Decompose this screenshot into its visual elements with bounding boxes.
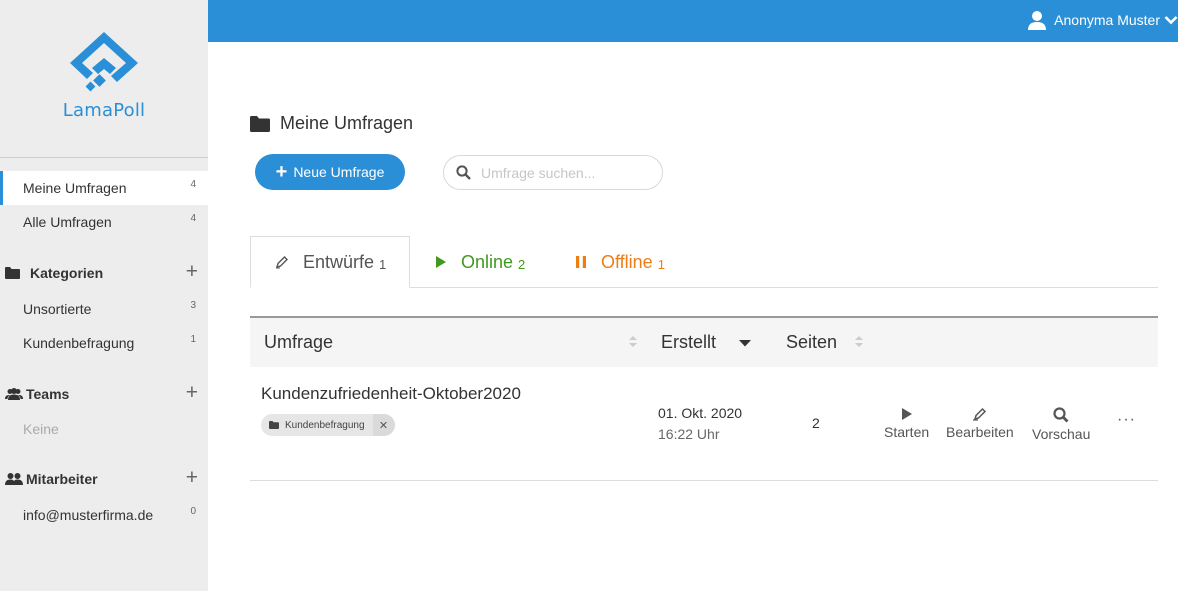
new-survey-button[interactable]: + Neue Umfrage: [255, 154, 405, 190]
user-menu[interactable]: Anonyma Muster: [1028, 0, 1178, 40]
sidebar-item-my-surveys[interactable]: Meine Umfragen 4: [0, 171, 208, 205]
sidebar-item-label: Unsortierte: [23, 301, 92, 317]
sidebar-item-unsorted[interactable]: Unsortierte 3: [0, 292, 208, 326]
more-options-button[interactable]: ···: [1117, 411, 1136, 429]
sidebar-item-label: Meine Umfragen: [23, 180, 127, 196]
tab-count: 2: [518, 256, 526, 272]
sidebar-item-all-surveys[interactable]: Alle Umfragen 4: [0, 205, 208, 239]
user-icon: [1028, 10, 1047, 30]
play-icon: [901, 408, 912, 420]
search-input[interactable]: [481, 164, 651, 181]
logo-text: LamaPoll: [62, 100, 146, 121]
top-bar: Anonyma Muster: [208, 0, 1178, 42]
start-button[interactable]: Starten: [884, 407, 929, 440]
column-header-label: Seiten: [786, 332, 838, 352]
column-header-survey[interactable]: Umfrage: [264, 318, 333, 367]
sort-icon[interactable]: [855, 335, 863, 348]
add-team-button[interactable]: +: [186, 382, 198, 404]
user-name: Anonyma Muster: [1054, 12, 1160, 28]
new-survey-label: Neue Umfrage: [293, 164, 385, 180]
section-title: Teams: [26, 386, 70, 402]
sidebar-item-label: Kundenbefragung: [23, 335, 135, 351]
sidebar-item-label: info@musterfirma.de: [23, 507, 154, 523]
section-teams: Teams +: [0, 379, 208, 409]
chevron-down-icon: [1164, 16, 1178, 25]
column-header-label: Umfrage: [264, 332, 334, 352]
remove-tag-button[interactable]: ✕: [372, 414, 395, 436]
section-title: Kategorien: [30, 265, 104, 281]
sidebar-item-count: 0: [190, 506, 196, 517]
folder-icon: [5, 267, 23, 279]
add-staff-button[interactable]: +: [186, 467, 198, 489]
search-icon: [1053, 407, 1069, 423]
preview-button[interactable]: Vorschau: [1032, 407, 1090, 442]
sidebar-item-count: 4: [190, 213, 196, 224]
tab-label: Entwürfe: [303, 251, 375, 272]
tab-label: Online: [461, 251, 514, 272]
tab-online[interactable]: Online 2: [435, 236, 525, 288]
tab-label: Offline: [601, 251, 653, 272]
add-category-button[interactable]: +: [186, 261, 198, 283]
action-label: Vorschau: [1032, 426, 1091, 442]
sidebar-item-count: 4: [190, 179, 196, 190]
staff-icon: [5, 473, 25, 485]
pause-icon: [576, 256, 586, 268]
sidebar-item-customer-survey[interactable]: Kundenbefragung 1: [0, 326, 208, 360]
pencil-icon: [972, 407, 986, 421]
plus-icon: +: [275, 161, 288, 183]
page-title-text: Meine Umfragen: [280, 113, 414, 133]
action-label: Bearbeiten: [946, 424, 1014, 440]
edit-button[interactable]: Bearbeiten: [946, 407, 1014, 440]
section-staff: Mitarbeiter +: [0, 464, 208, 494]
search-box[interactable]: [443, 155, 663, 190]
column-header-label: Erstellt: [661, 332, 717, 352]
teams-empty-text: Keine: [0, 412, 208, 446]
tab-count: 1: [379, 256, 387, 272]
column-header-pages[interactable]: Seiten: [786, 318, 837, 367]
folder-icon: [269, 421, 279, 429]
page-count: 2: [812, 415, 820, 431]
sort-icon[interactable]: [629, 335, 637, 348]
table-header: Umfrage Erstellt Seiten: [250, 316, 1158, 367]
pencil-icon: [275, 256, 288, 269]
action-label: Starten: [884, 424, 930, 440]
sidebar-item-count: 1: [190, 334, 196, 345]
tag-label: Kundenbefragung: [285, 419, 365, 431]
row-divider: [250, 480, 1158, 481]
folder-icon: [250, 115, 270, 132]
sidebar-item-label: Keine: [23, 421, 59, 437]
section-title: Mitarbeiter: [26, 471, 98, 487]
tag-label-wrap: Kundenbefragung: [261, 420, 373, 431]
created-date: 01. Okt. 2020: [658, 405, 743, 421]
search-icon: [456, 165, 471, 180]
section-categories: Kategorien +: [0, 258, 208, 288]
page-title: Meine Umfragen: [250, 113, 413, 134]
tab-count: 1: [657, 256, 665, 272]
sidebar-item-label: Alle Umfragen: [23, 214, 112, 230]
lamapoll-logo-icon[interactable]: [65, 30, 143, 96]
sidebar: LamaPoll Meine Umfragen 4 Alle Umfragen …: [0, 0, 208, 591]
tab-drafts[interactable]: Entwürfe 1: [250, 236, 410, 288]
tab-offline[interactable]: Offline 1: [575, 236, 665, 288]
survey-title[interactable]: Kundenzufriedenheit-Oktober2020: [261, 384, 521, 404]
logo-area: LamaPoll: [0, 0, 208, 158]
users-icon: [5, 388, 25, 400]
play-icon: [436, 256, 446, 268]
sort-desc-icon[interactable]: [739, 340, 751, 347]
category-tag: Kundenbefragung ✕: [261, 414, 395, 436]
sidebar-item-staff-member[interactable]: info@musterfirma.de 0: [0, 498, 208, 532]
column-header-created[interactable]: Erstellt: [661, 318, 716, 367]
created-time: 16:22 Uhr: [658, 426, 720, 442]
sidebar-item-count: 3: [190, 300, 196, 311]
